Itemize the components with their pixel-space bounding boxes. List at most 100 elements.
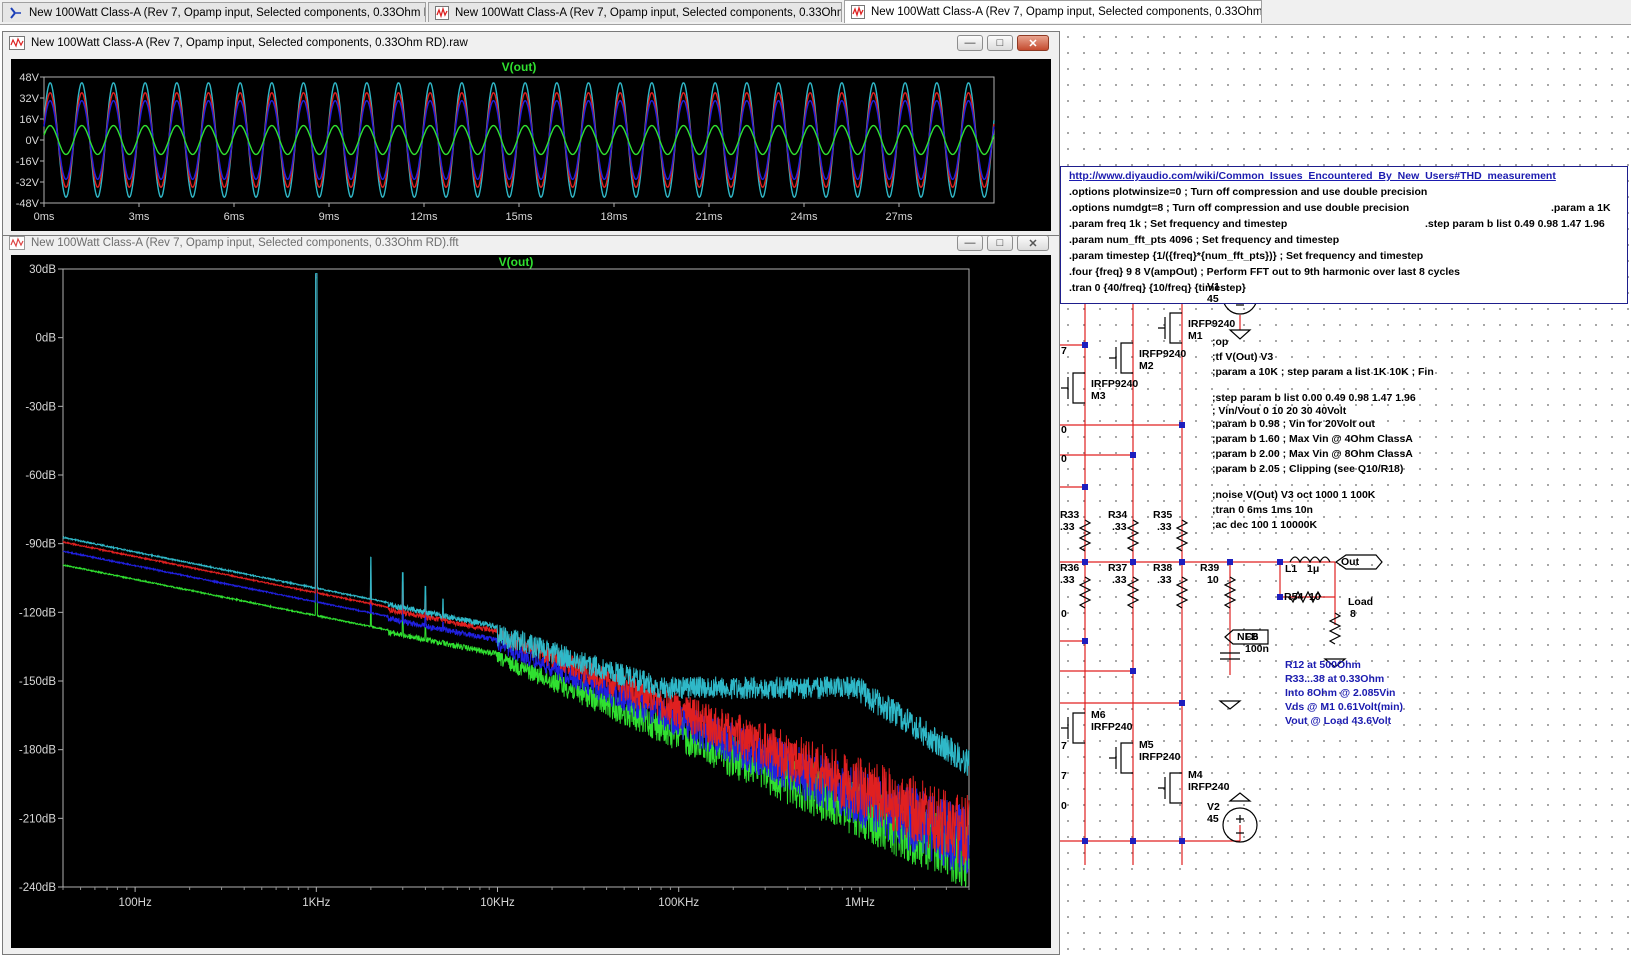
close-button[interactable]: ✕ bbox=[1017, 35, 1049, 51]
r54-label[interactable]: R54 bbox=[1284, 591, 1303, 603]
m6-model[interactable]: IRFP240 bbox=[1091, 721, 1132, 733]
m1-label[interactable]: M1 bbox=[1188, 330, 1203, 342]
m1-model[interactable]: IRFP9240 bbox=[1188, 318, 1235, 330]
raw-window-titlebar[interactable]: New 100Watt Class-A (Rev 7, Opamp input,… bbox=[3, 32, 1059, 54]
raw-plot-window[interactable]: New 100Watt Class-A (Rev 7, Opamp input,… bbox=[2, 31, 1060, 236]
comment-tran[interactable]: ;tran 0 6ms 1ms 10n bbox=[1212, 504, 1313, 516]
fft-plot-area[interactable]: V(out) 30dB 0dB -30dB -60dB -90dB -120dB -150dB… bbox=[11, 255, 1051, 948]
r33-value[interactable]: .33 bbox=[1060, 521, 1075, 533]
r37-value[interactable]: .33 bbox=[1112, 574, 1127, 586]
m2-model[interactable]: IRFP9240 bbox=[1139, 348, 1186, 360]
r38-label[interactable]: R38 bbox=[1153, 562, 1172, 574]
comment-param-b-160[interactable]: ;param b 1.60 ; Max Vin @ 4Ohm ClassA bbox=[1212, 433, 1413, 445]
comment-tf[interactable]: ;tf V(Out) V3 bbox=[1212, 351, 1273, 363]
m3-label[interactable]: M3 bbox=[1091, 390, 1106, 402]
cutoff-label: 7 bbox=[1061, 770, 1067, 782]
r37-label[interactable]: R37 bbox=[1108, 562, 1127, 574]
l1-label[interactable]: L1 bbox=[1285, 563, 1297, 575]
y-tick-label: -30dB bbox=[25, 401, 56, 413]
r39-value[interactable]: 10 bbox=[1207, 574, 1219, 586]
note-r33-38[interactable]: R33...38 at 0.33Ohm bbox=[1285, 672, 1384, 686]
y-tick-label: 48V bbox=[19, 72, 39, 84]
y-tick-label: -48V bbox=[16, 198, 40, 210]
comment-ac[interactable]: ;ac dec 100 1 10000K bbox=[1212, 519, 1317, 531]
y-tick-label: -180dB bbox=[19, 745, 56, 757]
x-tick-label: 9ms bbox=[319, 211, 340, 223]
spice-directive-block[interactable]: http://www.diyaudio.com/wiki/Common_Issu… bbox=[1060, 166, 1628, 304]
m5-label[interactable]: M5 bbox=[1139, 739, 1154, 751]
series-line bbox=[43, 92, 995, 188]
tab-label: New 100Watt Class-A (Rev 7, Opamp input,… bbox=[29, 6, 426, 19]
cutoff-label: 0 bbox=[1061, 453, 1067, 465]
note-r12[interactable]: R12 at 500Ohm bbox=[1285, 658, 1361, 672]
load-value[interactable]: 8 bbox=[1350, 608, 1356, 620]
m6-label[interactable]: M6 bbox=[1091, 709, 1106, 721]
r34-label[interactable]: R34 bbox=[1108, 509, 1127, 521]
comment-op[interactable]: ;op bbox=[1212, 336, 1228, 348]
r33-label[interactable]: R33 bbox=[1060, 509, 1079, 521]
chart-title: V(out) bbox=[499, 255, 534, 269]
minimize-button[interactable]: — bbox=[957, 235, 983, 251]
tab-fft[interactable]: New 100Watt Class-A (Rev 7, Opamp input,… bbox=[428, 2, 842, 22]
directive-line: .param num_fft_pts 4096 ; Set frequency … bbox=[1069, 234, 1340, 246]
r39-label[interactable]: R39 bbox=[1200, 562, 1219, 574]
note-vds-m1[interactable]: Vds @ M1 0.61Volt(min) bbox=[1285, 700, 1403, 714]
v1-label[interactable]: V1 bbox=[1207, 281, 1220, 293]
comment-vin-vout[interactable]: ; Vin/Vout 0 10 20 30 40Volt bbox=[1212, 405, 1346, 417]
r36-label[interactable]: R36 bbox=[1060, 562, 1079, 574]
y-tick-label: -16V bbox=[16, 156, 40, 168]
comment-param-b-205[interactable]: ;param b 2.05 ; Clipping (see Q10/R18) bbox=[1212, 463, 1403, 475]
comment-step-b[interactable]: ;step param b list 0.00 0.49 0.98 1.47 1… bbox=[1212, 392, 1416, 404]
comment-param-b-200[interactable]: ;param b 2.00 ; Max Vin @ 8Ohm ClassA bbox=[1212, 448, 1413, 460]
x-tick-label: 6ms bbox=[224, 211, 245, 223]
note-into-8ohm[interactable]: Into 8Ohm @ 2.085Vin bbox=[1285, 686, 1395, 700]
v2-value[interactable]: 45 bbox=[1207, 813, 1219, 825]
y-tick-label: -120dB bbox=[19, 607, 56, 619]
m5-model[interactable]: IRFP240 bbox=[1139, 751, 1180, 763]
tab-raw[interactable]: New 100Watt Class-A (Rev 7, Opamp input,… bbox=[844, 0, 1262, 23]
tab-schematic[interactable]: New 100Watt Class-A (Rev 7, Opamp input,… bbox=[2, 2, 426, 22]
c6-label[interactable]: C6 bbox=[1245, 631, 1258, 643]
note-vout-load[interactable]: Vout @ Load 43.6Volt bbox=[1285, 714, 1391, 728]
raw-plot-area[interactable]: V(out) 48V 32V 16V 0V -16V -32V -48V 0ms 3ms 6ms 9m… bbox=[11, 59, 1051, 231]
y-tick-label: 0V bbox=[26, 135, 40, 147]
y-tick-label: 32V bbox=[19, 93, 39, 105]
comment-noise[interactable]: ;noise V(Out) V3 oct 1000 1 100K bbox=[1212, 489, 1375, 501]
directive-line: .param timestep {1/({freq}*{num_fft_pts}… bbox=[1069, 250, 1424, 262]
directive-line: .param freq 1k ; Set frequency and times… bbox=[1069, 218, 1288, 230]
m4-model[interactable]: IRFP240 bbox=[1188, 781, 1229, 793]
r54-value[interactable]: 10 bbox=[1309, 591, 1321, 603]
fft-plot-window[interactable]: New 100Watt Class-A (Rev 7, Opamp input,… bbox=[2, 231, 1060, 955]
r38-value[interactable]: .33 bbox=[1157, 574, 1172, 586]
load-label[interactable]: Load bbox=[1348, 596, 1373, 608]
x-tick-label: 1MHz bbox=[845, 897, 875, 909]
restore-button[interactable]: □ bbox=[987, 235, 1013, 251]
restore-button[interactable]: □ bbox=[987, 35, 1013, 51]
c6-value[interactable]: 100n bbox=[1245, 643, 1269, 655]
comment-param-a[interactable]: ;param a 10K ; step param a list 1K 10K … bbox=[1212, 366, 1434, 378]
x-tick-label: 3ms bbox=[129, 211, 150, 223]
v2-label[interactable]: V2 bbox=[1207, 801, 1220, 813]
l1-value[interactable]: 1μ bbox=[1307, 563, 1319, 575]
minimize-button[interactable]: — bbox=[957, 35, 983, 51]
tab-label: New 100Watt Class-A (Rev 7, Opamp input,… bbox=[871, 6, 1262, 18]
series-line bbox=[43, 99, 995, 181]
y-tick-label: -60dB bbox=[25, 470, 56, 482]
r35-label[interactable]: R35 bbox=[1153, 509, 1172, 521]
thd-wiki-link[interactable]: http://www.diyaudio.com/wiki/Common_Issu… bbox=[1069, 170, 1556, 182]
m4-label[interactable]: M4 bbox=[1188, 769, 1203, 781]
out-net-label[interactable]: Out bbox=[1341, 556, 1359, 568]
r35-value[interactable]: .33 bbox=[1157, 521, 1172, 533]
comment-param-b-098[interactable]: ;param b 0.98 ; Vin for 20Volt out bbox=[1212, 418, 1375, 430]
x-tick-label: 100Hz bbox=[118, 897, 151, 909]
m3-model[interactable]: IRFP9240 bbox=[1091, 378, 1138, 390]
tab-label: New 100Watt Class-A (Rev 7, Opamp input,… bbox=[455, 6, 842, 19]
directive-param-a: .param a 1K bbox=[1551, 202, 1611, 214]
m2-label[interactable]: M2 bbox=[1139, 360, 1154, 372]
v1-value[interactable]: 45 bbox=[1207, 293, 1219, 305]
y-tick-label: -240dB bbox=[19, 882, 56, 894]
close-button[interactable]: ✕ bbox=[1017, 235, 1049, 251]
r34-value[interactable]: .33 bbox=[1112, 521, 1127, 533]
r36-value[interactable]: .33 bbox=[1060, 574, 1075, 586]
fft-window-title: New 100Watt Class-A (Rev 7, Opamp input,… bbox=[31, 237, 459, 249]
